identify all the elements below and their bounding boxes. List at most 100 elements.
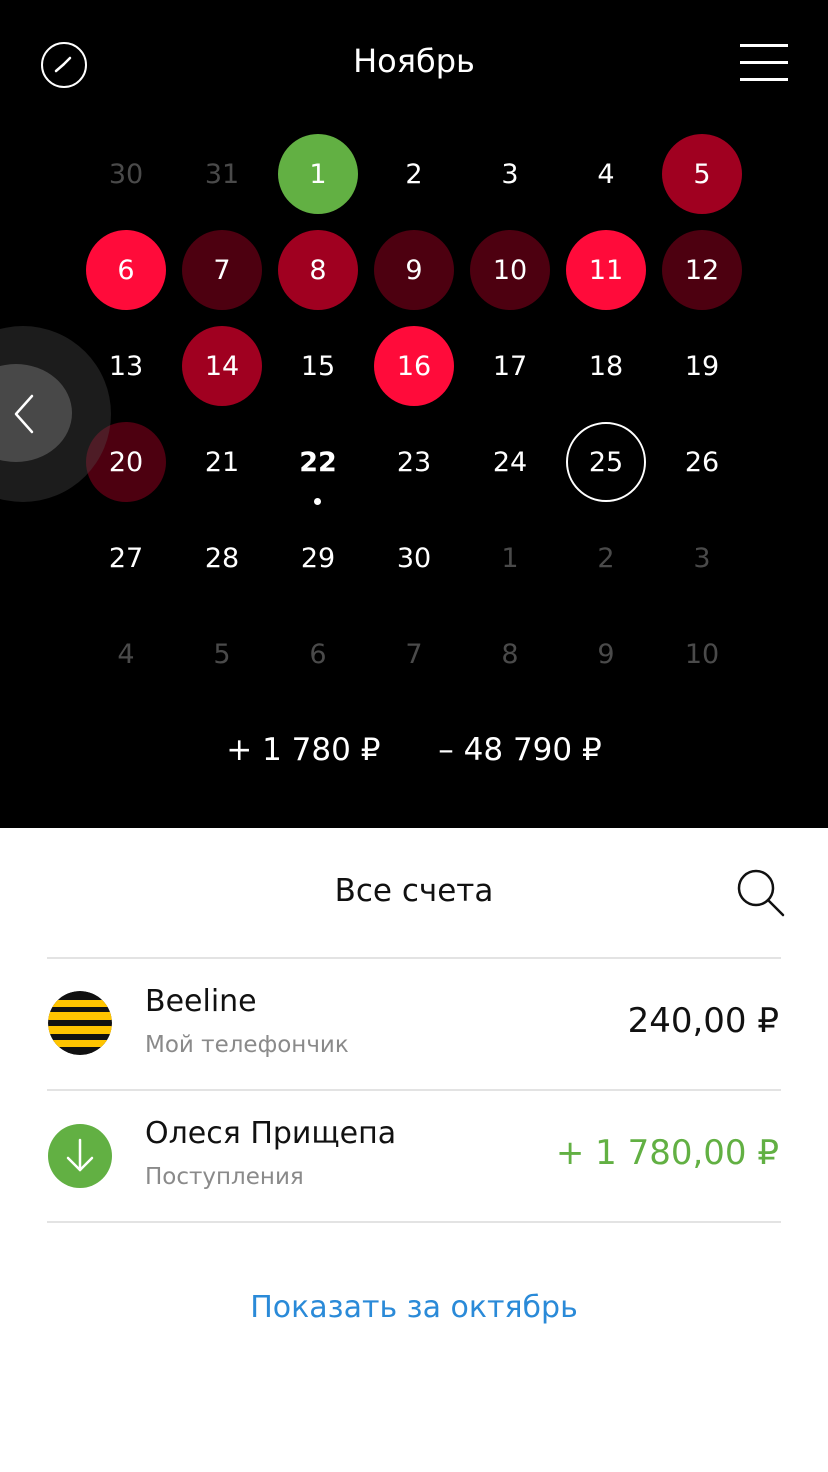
calendar-day-label: 31 <box>204 158 240 190</box>
calendar-day-label: 6 <box>86 230 166 310</box>
calendar-day[interactable]: 6 <box>78 222 174 318</box>
calendar-day[interactable]: 15 <box>270 318 366 414</box>
calendar-day-label: 8 <box>278 230 358 310</box>
calendar-day[interactable]: 7 <box>366 606 462 702</box>
calendar-day[interactable]: 31 <box>174 126 270 222</box>
calendar-day[interactable]: 18 <box>558 318 654 414</box>
calendar-day-label: 7 <box>405 638 423 670</box>
calendar-day-label: 25 <box>566 422 646 502</box>
accounts-filter-title[interactable]: Все счета <box>0 873 828 909</box>
calendar-day-label: 2 <box>405 158 423 190</box>
calendar-day-label: 3 <box>693 542 711 574</box>
arrow-down-icon <box>48 1124 112 1188</box>
calendar-day[interactable]: 11 <box>558 222 654 318</box>
calendar-day-label: 16 <box>374 326 454 406</box>
calendar-day-label: 30 <box>108 158 144 190</box>
transaction-amount: 240,00 ₽ <box>627 1001 779 1041</box>
income-total: + 1 780 ₽ <box>226 732 381 768</box>
calendar-day[interactable]: 6 <box>270 606 366 702</box>
calendar-day[interactable]: 2 <box>366 126 462 222</box>
calendar-day-label: 22 <box>299 446 337 478</box>
calendar-day[interactable]: 9 <box>558 606 654 702</box>
calendar-day[interactable]: 3 <box>462 126 558 222</box>
search-icon[interactable] <box>736 868 786 918</box>
calendar-day-label: 5 <box>662 134 742 214</box>
calendar-day-label: 11 <box>566 230 646 310</box>
calendar-day[interactable]: 3 <box>654 510 750 606</box>
calendar-day-today[interactable]: 22 <box>270 414 366 510</box>
calendar-day-label: 10 <box>470 230 550 310</box>
divider <box>47 1221 781 1223</box>
menu-icon[interactable] <box>740 44 788 82</box>
calendar-day[interactable]: 27 <box>78 510 174 606</box>
calendar-day-label: 28 <box>204 542 240 574</box>
calendar-day-label: 19 <box>684 350 720 382</box>
calendar-day[interactable]: 24 <box>462 414 558 510</box>
calendar-day[interactable]: 28 <box>174 510 270 606</box>
calendar-day-label: 7 <box>182 230 262 310</box>
calendar-day[interactable]: 30 <box>366 510 462 606</box>
calendar-day[interactable]: 29 <box>270 510 366 606</box>
calendar-day[interactable]: 10 <box>654 606 750 702</box>
calendar-day[interactable]: 16 <box>366 318 462 414</box>
calendar-day[interactable]: 4 <box>78 606 174 702</box>
month-totals: + 1 780 ₽ – 48 790 ₽ <box>0 732 828 768</box>
transaction-name: Олеся Прищепа <box>145 1116 397 1151</box>
divider <box>47 1089 781 1091</box>
calendar-day-label: 10 <box>684 638 720 670</box>
divider <box>47 957 781 959</box>
calendar-day[interactable]: 5 <box>654 126 750 222</box>
calendar-day[interactable]: 17 <box>462 318 558 414</box>
calendar-day[interactable]: 1 <box>462 510 558 606</box>
calendar-day[interactable]: 2 <box>558 510 654 606</box>
transaction-category: Поступления <box>145 1164 304 1190</box>
calendar-day-label: 4 <box>597 158 615 190</box>
calendar-day[interactable]: 30 <box>78 126 174 222</box>
show-previous-month-link[interactable]: Показать за октябрь <box>0 1290 828 1325</box>
calendar-day[interactable]: 9 <box>366 222 462 318</box>
calendar-day[interactable]: 8 <box>462 606 558 702</box>
beeline-logo-icon <box>48 991 112 1055</box>
calendar-day-label: 14 <box>182 326 262 406</box>
calendar-day-label: 29 <box>300 542 336 574</box>
calendar-day-label: 23 <box>396 446 432 478</box>
calendar-day-label: 26 <box>684 446 720 478</box>
calendar-day-label: 2 <box>597 542 615 574</box>
transaction-name: Beeline <box>145 984 257 1019</box>
chevron-left-icon[interactable] <box>12 392 38 436</box>
calendar-day[interactable]: 23 <box>366 414 462 510</box>
calendar-day-label: 6 <box>309 638 327 670</box>
calendar-day-label: 15 <box>300 350 336 382</box>
calendar-day-label: 24 <box>492 446 528 478</box>
calendar-day-label: 12 <box>662 230 742 310</box>
calendar-day[interactable]: 7 <box>174 222 270 318</box>
calendar-day-label: 18 <box>588 350 624 382</box>
expense-total: – 48 790 ₽ <box>438 732 602 768</box>
calendar-day[interactable]: 14 <box>174 318 270 414</box>
calendar-day-label: 30 <box>396 542 432 574</box>
calendar-day[interactable]: 8 <box>270 222 366 318</box>
calendar-day[interactable]: 1 <box>270 126 366 222</box>
calendar-day-label: 4 <box>117 638 135 670</box>
calendar-day[interactable]: 5 <box>174 606 270 702</box>
month-title: Ноябрь <box>353 42 475 80</box>
calendar-day-label: 1 <box>501 542 519 574</box>
calendar-day-label: 9 <box>597 638 615 670</box>
calendar-day-label: 21 <box>204 446 240 478</box>
calendar-panel: Ноябрь 30 31 1 2 3 4 5 6 7 8 9 10 11 12 13 14 15 16 17 18 19… <box>0 0 828 828</box>
transaction-amount: + 1 780,00 ₽ <box>555 1133 779 1173</box>
calendar-day[interactable]: 25 <box>558 414 654 510</box>
calendar-day-label: 17 <box>492 350 528 382</box>
calendar-day-label: 3 <box>501 158 519 190</box>
today-dot <box>314 498 321 505</box>
calendar-day[interactable]: 19 <box>654 318 750 414</box>
calendar-day-label: 1 <box>278 134 358 214</box>
calendar-day[interactable]: 4 <box>558 126 654 222</box>
calendar-day[interactable]: 10 <box>462 222 558 318</box>
calendar-day[interactable]: 21 <box>174 414 270 510</box>
calendar-day[interactable]: 26 <box>654 414 750 510</box>
calendar-day[interactable]: 12 <box>654 222 750 318</box>
transaction-category: Мой телефончик <box>145 1032 349 1058</box>
calendar-day-label: 5 <box>213 638 231 670</box>
calendar-day-label: 9 <box>374 230 454 310</box>
